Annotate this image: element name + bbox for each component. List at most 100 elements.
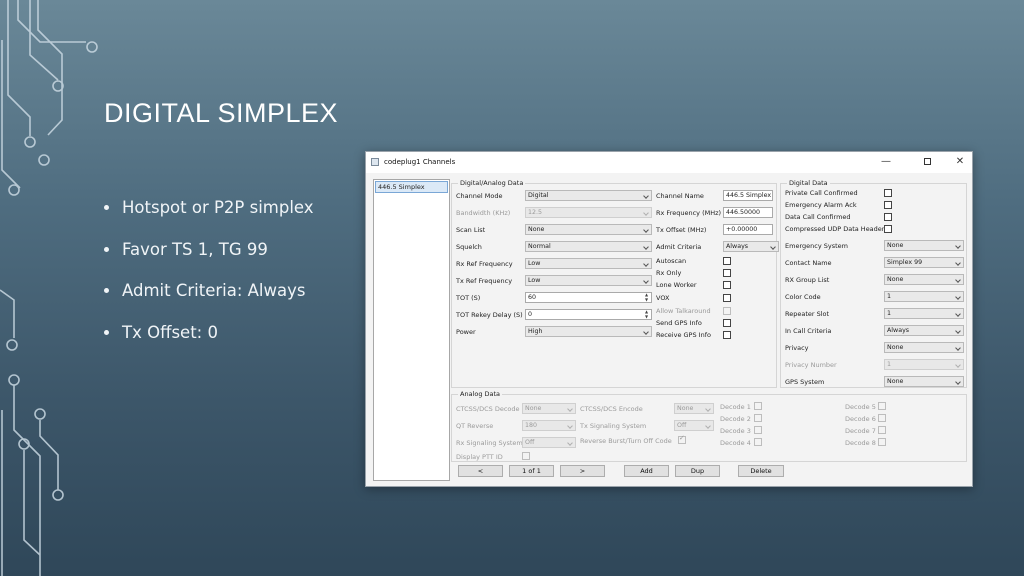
- ctcss-decode-select[interactable]: None: [522, 403, 576, 414]
- chevron-down-icon: [643, 329, 649, 335]
- rx-only-checkbox[interactable]: [723, 269, 731, 277]
- channel-list-item[interactable]: 446.5 Simplex: [375, 181, 448, 193]
- decode-6-checkbox[interactable]: [878, 414, 886, 422]
- chevron-down-icon: [955, 260, 961, 266]
- previous-button[interactable]: <: [458, 465, 503, 477]
- allow-talkaround-checkbox[interactable]: [723, 307, 731, 315]
- privacy-number-select[interactable]: 1: [884, 359, 964, 370]
- tx-ref-label: Tx Ref Frequency: [456, 277, 513, 285]
- bullet-list: Hotspot or P2P simplex Favor TS 1, TG 99…: [102, 198, 314, 364]
- dup-button[interactable]: Dup: [675, 465, 720, 477]
- compressed-udp-label: Compressed UDP Data Header: [785, 225, 885, 233]
- channel-mode-select[interactable]: Digital: [525, 190, 652, 201]
- delete-button[interactable]: Delete: [738, 465, 784, 477]
- add-button[interactable]: Add: [624, 465, 669, 477]
- decode-5-checkbox[interactable]: [878, 402, 886, 410]
- spinner-arrows-icon[interactable]: ▲ ▼: [643, 293, 650, 302]
- compressed-udp-checkbox[interactable]: [884, 225, 892, 233]
- decode-2-label: Decode 2: [720, 415, 751, 423]
- gps-system-select[interactable]: None: [884, 376, 964, 387]
- emergency-system-label: Emergency System: [785, 242, 848, 250]
- repeater-slot-select[interactable]: 1: [884, 308, 964, 319]
- receive-gps-checkbox[interactable]: [723, 331, 731, 339]
- slide-title: DIGITAL SIMPLEX: [104, 98, 339, 128]
- rx-signaling-select[interactable]: Off: [522, 437, 576, 448]
- private-call-label: Private Call Confirmed: [785, 189, 858, 197]
- spinner-arrows-icon[interactable]: ▲ ▼: [643, 310, 650, 319]
- bullet-item: Favor TS 1, TG 99: [102, 240, 314, 282]
- tx-signaling-label: Tx Signaling System: [580, 422, 647, 430]
- group-legend: Digital/Analog Data: [458, 179, 526, 187]
- contact-name-select[interactable]: Simplex 99: [884, 257, 964, 268]
- decode-7-label: Decode 7: [845, 427, 876, 435]
- display-ptt-checkbox[interactable]: [522, 452, 530, 460]
- decode-3-checkbox[interactable]: [754, 426, 762, 434]
- chevron-down-icon: [567, 440, 573, 446]
- decode-4-checkbox[interactable]: [754, 438, 762, 446]
- data-call-checkbox[interactable]: [884, 213, 892, 221]
- channel-name-label: Channel Name: [656, 192, 704, 200]
- color-code-select[interactable]: 1: [884, 291, 964, 302]
- admit-criteria-select[interactable]: Always: [723, 241, 779, 252]
- channel-name-input[interactable]: 446.5 Simplex: [723, 190, 773, 201]
- chevron-down-icon: [567, 406, 573, 412]
- tot-spinner[interactable]: 60 ▲ ▼: [525, 292, 652, 303]
- send-gps-checkbox[interactable]: [723, 319, 731, 327]
- rx-frequency-input[interactable]: 446.50000: [723, 207, 773, 218]
- tx-offset-label: Tx Offset (MHz): [656, 226, 707, 234]
- rx-ref-label: Rx Ref Frequency: [456, 260, 513, 268]
- lone-worker-checkbox[interactable]: [723, 281, 731, 289]
- chevron-down-icon: [955, 328, 961, 334]
- bullet-item: Admit Criteria: Always: [102, 281, 314, 323]
- in-call-label: In Call Criteria: [785, 327, 832, 335]
- rx-signaling-label: Rx Signaling System: [456, 439, 523, 447]
- tot-label: TOT (S): [456, 294, 481, 302]
- in-call-select[interactable]: Always: [884, 325, 964, 336]
- chevron-down-icon: [955, 311, 961, 317]
- rx-group-label: RX Group List: [785, 276, 830, 284]
- scan-list-select[interactable]: None: [525, 224, 652, 235]
- page-indicator-button[interactable]: 1 of 1: [509, 465, 554, 477]
- emergency-system-select[interactable]: None: [884, 240, 964, 251]
- chevron-down-icon: [955, 277, 961, 283]
- tx-ref-select[interactable]: Low: [525, 275, 652, 286]
- close-button[interactable]: ✕: [948, 154, 972, 170]
- chevron-down-icon: [643, 193, 649, 199]
- decode-7-checkbox[interactable]: [878, 426, 886, 434]
- bandwidth-select[interactable]: 12.5: [525, 207, 652, 218]
- decode-2-checkbox[interactable]: [754, 414, 762, 422]
- rx-ref-select[interactable]: Low: [525, 258, 652, 269]
- emergency-ack-checkbox[interactable]: [884, 201, 892, 209]
- digital-analog-group: Digital/Analog Data Channel Mode Digital…: [451, 179, 779, 388]
- title-bar[interactable]: codeplug1 Channels — ✕: [366, 152, 972, 173]
- decode-1-checkbox[interactable]: [754, 402, 762, 410]
- next-button[interactable]: >: [560, 465, 605, 477]
- private-call-checkbox[interactable]: [884, 189, 892, 197]
- vox-checkbox[interactable]: [723, 294, 731, 302]
- tot-rekey-spinner[interactable]: 0 ▲ ▼: [525, 309, 652, 320]
- color-code-label: Color Code: [785, 293, 821, 301]
- chevron-down-icon: [643, 261, 649, 267]
- privacy-select[interactable]: None: [884, 342, 964, 353]
- chevron-down-icon: [643, 227, 649, 233]
- reverse-burst-checkbox[interactable]: [678, 434, 686, 444]
- bullet-item: Tx Offset: 0: [102, 323, 314, 365]
- channel-list[interactable]: 446.5 Simplex: [373, 179, 450, 481]
- rx-group-select[interactable]: None: [884, 274, 964, 285]
- tx-signaling-select[interactable]: Off: [674, 420, 714, 431]
- decode-1-label: Decode 1: [720, 403, 751, 411]
- power-select[interactable]: High: [525, 326, 652, 337]
- tx-offset-input[interactable]: +0.00000: [723, 224, 773, 235]
- repeater-slot-label: Repeater Slot: [785, 310, 830, 318]
- squelch-select[interactable]: Normal: [525, 241, 652, 252]
- qt-reverse-select[interactable]: 180: [522, 420, 576, 431]
- ctcss-encode-select[interactable]: None: [674, 403, 714, 414]
- minimize-button[interactable]: —: [874, 154, 898, 170]
- squelch-label: Squelch: [456, 243, 482, 251]
- decode-8-checkbox[interactable]: [878, 438, 886, 446]
- autoscan-checkbox[interactable]: [723, 257, 731, 265]
- rx-only-label: Rx Only: [656, 269, 682, 277]
- vox-label: VOX: [656, 294, 670, 302]
- maximize-button[interactable]: [915, 154, 939, 170]
- digital-data-group: Digital Data Private Call Confirmed Emer…: [780, 179, 967, 388]
